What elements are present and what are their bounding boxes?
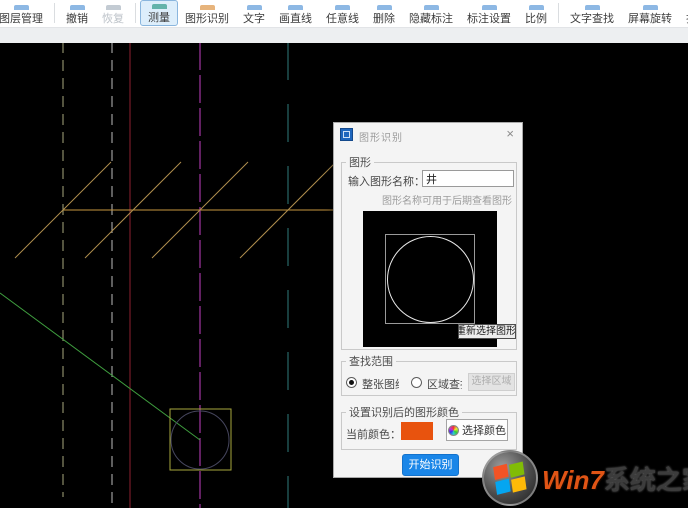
app-window: 图层管理 撤销 恢复 测量 图形识别 文字 [0,0,688,508]
color-wheel-icon [448,425,459,436]
toolbar-item-undo[interactable]: 撤销 [59,1,95,26]
toolbar-item-shape-recognition[interactable]: 图形识别 [178,1,236,26]
toolbar-item-freehand-line[interactable]: 任意线 [319,1,366,26]
toolbar-separator [558,3,559,23]
toolbar-item-redo[interactable]: 恢复 [95,1,131,26]
toolbar-item-draw-line[interactable]: 画直线 [272,1,319,26]
radio-whole-drawing[interactable] [346,377,357,388]
measure-icon [152,4,167,9]
freehand-line-icon [335,5,350,10]
reselect-shape-tooltip: 重新选择图形 [458,324,516,339]
toolbar-item-text-search[interactable]: 文字查找 [563,1,621,26]
pick-color-label: 选择颜色 [462,422,506,438]
screen-rotate-icon [643,5,658,10]
toolbar-item-label: 标注设置 [467,12,511,26]
toolbar-item-label: 屏幕旋转 [628,12,672,26]
select-region-button[interactable]: 选择区域 [468,373,515,391]
toolbar-item-label: 任意线 [326,12,359,26]
start-recognition-button[interactable]: 开始识别 [402,454,459,476]
toolbar-item-label: 画直线 [279,12,312,26]
shape-recognition-icon [200,5,215,10]
draw-line-icon [288,5,303,10]
toolbar-item-hide-annotations[interactable]: 隐藏标注 [402,1,460,26]
toolbar-item-label: 文字 [243,12,265,26]
toolbar-lower-strip [0,27,688,43]
radio-region-search-label: 区域查找 [427,376,462,389]
toolbar-item-screen-rotate[interactable]: 屏幕旋转 [621,1,679,26]
toolbar-item-label: 删除 [373,12,395,26]
toolbar-item-scale[interactable]: 比例 [518,1,554,26]
delete-icon [377,5,392,10]
toolbar-item-layer-manager[interactable]: 图层管理 [0,1,50,26]
hide-annotations-icon [424,5,439,10]
windows-logo-icon [482,450,538,506]
watermark: Win7系统之家 [482,448,688,508]
layer-manager-icon [14,5,29,10]
toolbar-item-delete[interactable]: 删除 [366,1,402,26]
watermark-suffix: 系统之家 [604,465,688,495]
pick-color-button[interactable]: 选择颜色 [446,419,508,441]
windows-flag-icon [493,462,529,496]
toolbar-item-print[interactable]: 打印 [679,1,688,26]
shape-name-input[interactable] [422,170,514,187]
toolbar-separator [135,3,136,23]
toolbar-item-label: 恢复 [102,12,124,26]
toolbar-item-label: 图层管理 [0,12,43,26]
shape-recognition-dialog: 图形识别 × 图形 输入图形名称： 图形名称可用于后期查看图形 重新选择图形 查… [333,122,523,478]
dialog-titlebar[interactable]: 图形识别 × [334,123,522,147]
scale-icon [529,5,544,10]
current-color-label: 当前颜色： [346,426,401,442]
toolbar-item-measure[interactable]: 测量 [140,0,178,26]
shape-name-label: 输入图形名称： [348,173,425,189]
radio-region-search[interactable] [411,377,422,388]
toolbar-item-text[interactable]: 文字 [236,1,272,26]
result-color-legend: 设置识别后的图形颜色 [346,404,462,420]
dialog-app-icon [340,128,353,141]
toolbar-item-label: 比例 [525,12,547,26]
undo-icon [70,5,85,10]
search-range-legend: 查找范围 [346,353,396,369]
text-search-icon [585,5,600,10]
toolbar-item-label: 测量 [148,11,170,25]
dialog-title: 图形识别 [359,129,403,144]
toolbar-item-label: 撤销 [66,12,88,26]
redo-icon [106,5,121,10]
toolbar-separator [54,3,55,23]
radio-whole-drawing-label: 整张图纸 [362,376,399,389]
watermark-text: Win7系统之家 [542,460,688,497]
toolbar-item-annotation-settings[interactable]: 标注设置 [460,1,518,26]
main-toolbar: 图层管理 撤销 恢复 测量 图形识别 文字 [0,0,688,42]
close-icon[interactable]: × [506,127,514,141]
current-color-swatch[interactable] [401,422,433,440]
shape-name-hint: 图形名称可用于后期查看图形 [380,192,512,207]
annotation-settings-icon [482,5,497,10]
shape-group-legend: 图形 [346,154,374,170]
toolbar-item-label: 图形识别 [185,12,229,26]
watermark-brand: Win7 [542,465,604,495]
toolbar-item-label: 文字查找 [570,12,614,26]
preview-circle-outline [387,236,474,323]
text-icon [247,5,262,10]
toolbar-items: 图层管理 撤销 恢复 测量 图形识别 文字 [0,0,688,26]
toolbar-item-label: 隐藏标注 [409,12,453,26]
